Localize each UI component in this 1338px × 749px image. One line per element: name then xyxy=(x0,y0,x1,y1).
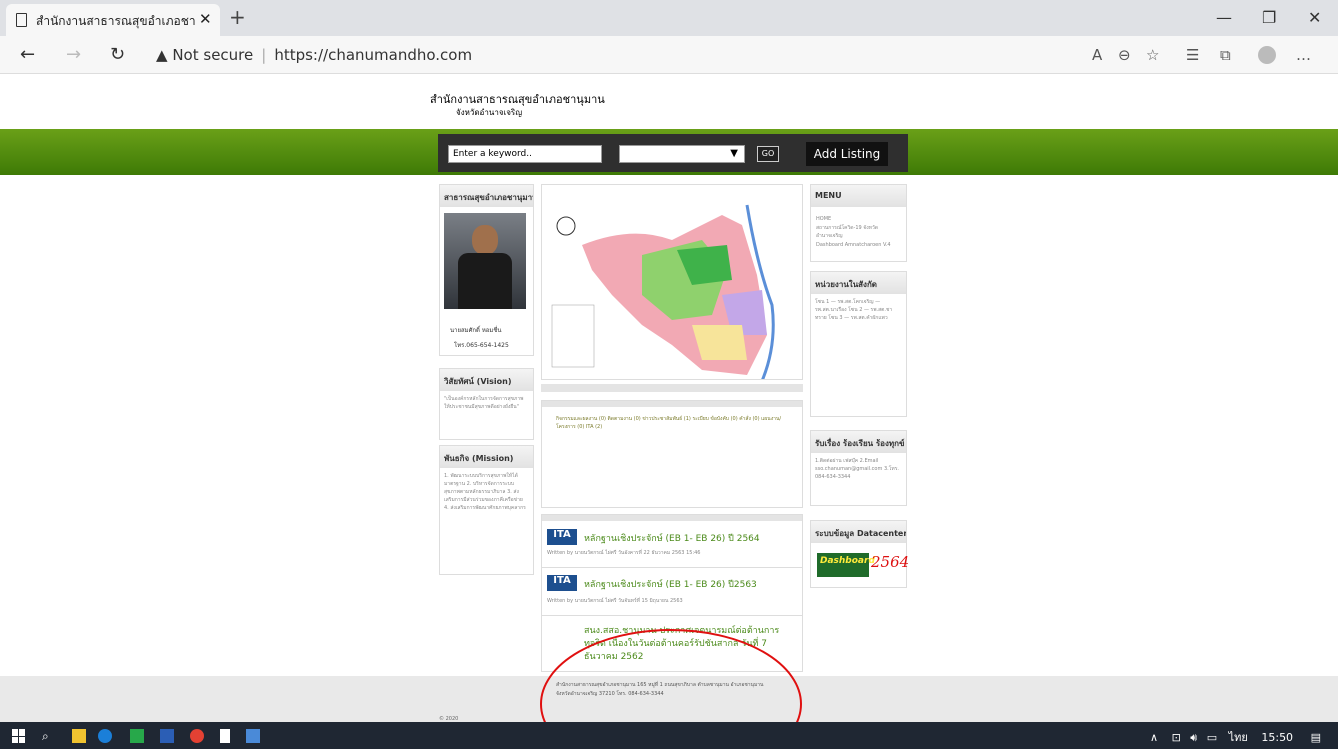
forward-icon[interactable]: → xyxy=(66,44,81,65)
notification-icon[interactable]: ▤ xyxy=(1311,731,1321,744)
read-aloud-icon[interactable]: A xyxy=(1092,46,1102,64)
minimize-icon[interactable]: — xyxy=(1216,8,1232,27)
chevron-down-icon: ▼ xyxy=(730,148,738,159)
units-title: หน่วยงานในสังกัด xyxy=(811,272,906,294)
director-phone: โทร.065-654-1425 xyxy=(454,342,509,349)
menu-title: MENU xyxy=(811,185,906,207)
tab-title: สำนักงานสาธารณสุขอำเภอชานุมาน xyxy=(36,14,196,28)
map-image xyxy=(551,204,775,379)
browser-tab-strip: สำนักงานสาธารณสุขอำเภอชานุมาน ✕ + — ❐ ✕ xyxy=(0,0,1338,36)
file-explorer-icon[interactable] xyxy=(72,729,86,743)
divider xyxy=(541,384,803,392)
district-map xyxy=(541,184,803,380)
keyword-input[interactable]: Enter a keyword.. xyxy=(448,145,602,163)
vision-title: วิสัยทัศน์ (Vision) xyxy=(440,369,533,391)
back-icon[interactable]: ← xyxy=(20,44,35,65)
menu-panel: MENU HOME สถานการณ์โควิด-19 จังหวัดอำนาจ… xyxy=(810,184,907,262)
vision-panel: วิสัยทัศน์ (Vision) "เป็นองค์กรหลักในการ… xyxy=(439,368,534,440)
vision-text: "เป็นองค์กรหลักในการจัดการสุขภาพ ให้ประช… xyxy=(444,396,524,410)
notepad-icon[interactable] xyxy=(220,729,230,743)
menu-item[interactable]: HOME xyxy=(816,215,904,223)
ita-logo: ITA xyxy=(547,575,577,591)
categories-list[interactable]: กิจกรรมและผลงาน (0) ติดตามงาน (0) ข่าวปร… xyxy=(556,415,786,431)
line-icon[interactable] xyxy=(130,729,144,743)
compass-icon xyxy=(556,216,576,236)
add-listing-button[interactable]: Add Listing xyxy=(806,142,888,166)
windows-start-icon[interactable] xyxy=(12,729,26,743)
mission-panel: พันธกิจ (Mission) 1. พัฒนาระบบบริการสุขภ… xyxy=(439,445,534,575)
favorite-star-icon[interactable]: ☆ xyxy=(1146,46,1159,64)
mission-text: 1. พัฒนาระบบบริการสุขภาพให้ได้มาตรฐาน 2.… xyxy=(444,473,526,511)
complaint-text: 1.ติดต่อผ่าน เฟสบุ๊ค 2.Email sso.chanuma… xyxy=(815,458,899,480)
volume-icon[interactable]: 🔊︎ xyxy=(1190,731,1197,744)
datacenter-title: ระบบข้อมูล Datacenter xyxy=(811,521,906,543)
battery-icon[interactable]: ▭ xyxy=(1207,731,1217,744)
site-subtitle: จังหวัดอำนาจเจริญ xyxy=(456,108,523,117)
director-name: นายสมศักดิ์ หอมชื่น xyxy=(450,327,502,334)
post-meta: Written by นายนวัตกรณ์ ไผ่ศรี วันอังคารท… xyxy=(547,550,701,556)
director-photo xyxy=(444,213,526,309)
dashboard-year: 2564 xyxy=(871,553,910,571)
chevron-up-icon[interactable]: ∧ xyxy=(1150,731,1158,744)
director-panel: สาธารณสุขอำเภอชานุมาน นายสมศักดิ์ หอมชื่… xyxy=(439,184,534,356)
category-select[interactable]: ▼ xyxy=(619,145,745,163)
word-icon[interactable] xyxy=(160,729,174,743)
categories-panel: กิจกรรมและผลงาน (0) ติดตามงาน (0) ข่าวปร… xyxy=(541,400,803,508)
menu-item[interactable]: Dashboard Amnatcharoen V.4 xyxy=(816,241,904,249)
refresh-icon[interactable]: ↻ xyxy=(110,44,125,65)
url-text: https://chanumandho.com xyxy=(274,46,473,64)
maximize-icon[interactable]: ❐ xyxy=(1262,8,1276,27)
more-menu-icon[interactable]: … xyxy=(1296,46,1311,64)
menu-item[interactable]: สถานการณ์โควิด-19 จังหวัดอำนาจเจริญ xyxy=(816,224,904,240)
browser-tab[interactable]: สำนักงานสาธารณสุขอำเภอชานุมาน ✕ xyxy=(6,4,220,36)
collections-icon[interactable]: ⧉ xyxy=(1220,46,1231,64)
url-field[interactable]: ▲ Not secure | https://chanumandho.com xyxy=(156,46,472,64)
datacenter-panel: ระบบข้อมูล Datacenter Dashboard 2564 xyxy=(810,520,910,588)
post-title[interactable]: หลักฐานเชิงประจักษ์ (EB 1- EB 26) ปี2563 xyxy=(584,577,757,591)
network-icon[interactable]: ⊡ xyxy=(1172,731,1181,744)
address-bar: ← → ↻ ▲ Not secure | https://chanumandho.c… xyxy=(0,36,1338,74)
security-label: Not secure xyxy=(172,46,254,64)
edge-icon[interactable] xyxy=(98,729,112,743)
search-icon[interactable]: ⌕ xyxy=(42,729,56,743)
warning-icon: ▲ xyxy=(156,46,168,64)
close-window-icon[interactable]: ✕ xyxy=(1308,8,1321,27)
clock[interactable]: 15:50 xyxy=(1261,731,1293,744)
system-tray: ∧ ⊡ 🔊︎ ▭ ไทย 15:50 ▤ xyxy=(1150,728,1321,746)
dashboard-banner[interactable]: Dashboard xyxy=(817,553,875,577)
photos-icon[interactable] xyxy=(246,729,260,743)
post-title[interactable]: หลักฐานเชิงประจักษ์ (EB 1- EB 26) ปี 256… xyxy=(584,531,760,545)
mission-title: พันธกิจ (Mission) xyxy=(440,446,533,468)
profile-avatar[interactable] xyxy=(1258,46,1276,64)
ita-logo: ITA xyxy=(547,529,577,545)
units-list[interactable]: โซน 1 — รพ.สต.โคกเจริญ — รพ.สต.นาเรือง โ… xyxy=(811,294,906,326)
units-panel: หน่วยงานในสังกัด โซน 1 — รพ.สต.โคกเจริญ … xyxy=(810,271,907,417)
go-button[interactable]: GO xyxy=(757,146,779,162)
page-icon xyxy=(16,13,27,27)
complaint-panel: รับเรื่อง ร้องเรียน ร้องทุกข์ 1.ติดต่อผ่… xyxy=(810,430,907,506)
director-header: สาธารณสุขอำเภอชานุมาน xyxy=(440,185,533,207)
close-tab-button[interactable]: ✕ xyxy=(199,10,212,28)
chrome-icon[interactable] xyxy=(190,729,204,743)
complaint-title: รับเรื่อง ร้องเรียน ร้องทุกข์ xyxy=(811,431,906,453)
language-indicator[interactable]: ไทย xyxy=(1229,731,1248,744)
favorites-list-icon[interactable]: ☰ xyxy=(1186,46,1199,64)
post-meta: Written by นายนวัตกรณ์ ไผ่ศรี วันจันทร์ท… xyxy=(547,598,683,604)
zoom-icon[interactable]: ⊖ xyxy=(1118,46,1131,64)
new-tab-button[interactable]: + xyxy=(229,5,246,29)
